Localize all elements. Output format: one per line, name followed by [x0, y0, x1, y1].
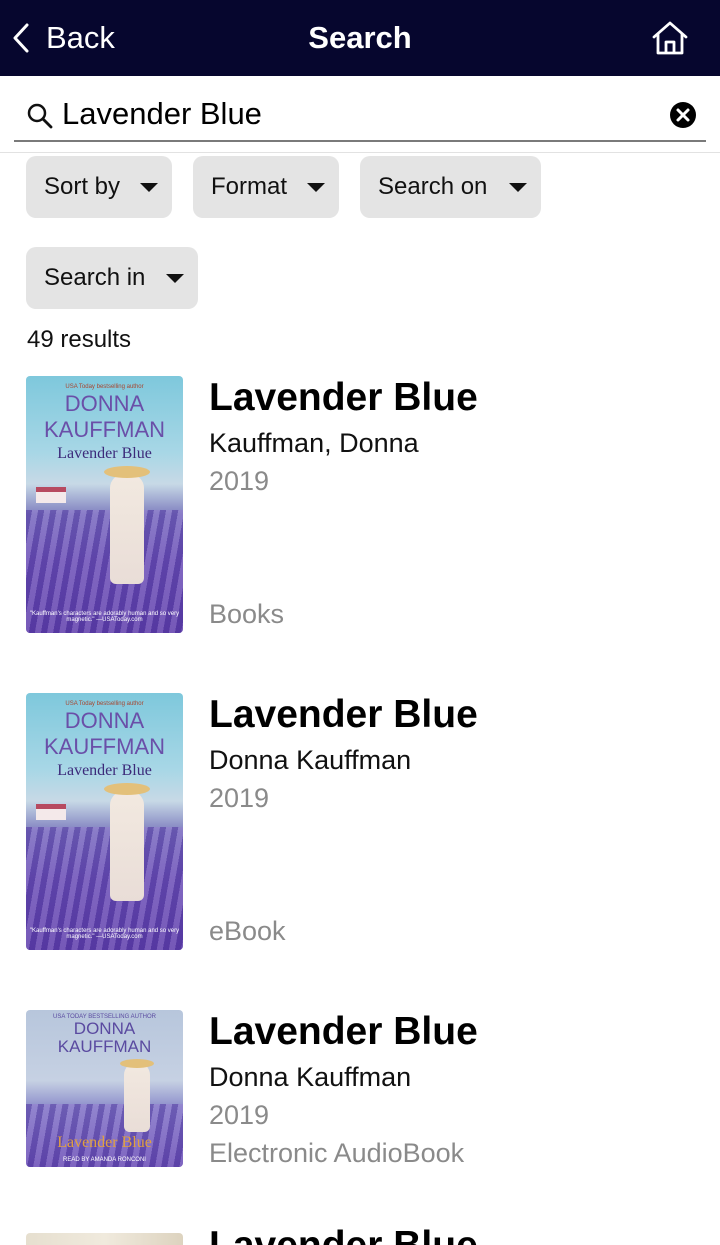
chevron-left-icon: [13, 23, 29, 53]
result-title: Lavender Blue: [209, 376, 478, 419]
cover-title: Lavender Blue: [57, 762, 152, 779]
audiobook-cover-image: USA TODAY BESTSELLING AUTHOR DONNA KAUFF…: [26, 1010, 183, 1167]
cover-tagline: USA Today bestselling author: [65, 701, 144, 707]
caret-down-icon: [140, 183, 158, 192]
cover-author-first: DONNA: [73, 1019, 136, 1038]
sort-by-label: Sort by: [44, 173, 121, 200]
result-format: Books: [209, 599, 285, 629]
book-cover-image: [26, 1233, 183, 1245]
home-icon[interactable]: [650, 18, 690, 58]
search-on-label: Search on: [378, 173, 488, 200]
book-cover-image: USA Today bestselling author DONNA KAUFF…: [26, 693, 183, 950]
caret-down-icon: [307, 183, 325, 192]
result-title: Lavender Blue: [209, 693, 478, 736]
cover-author-first: DONNA: [64, 708, 145, 733]
result-format: eBook: [209, 916, 286, 946]
result-author: Kauffman, Donna: [209, 428, 419, 458]
result-item[interactable]: USA Today bestselling author DONNA KAUFF…: [0, 693, 720, 953]
cover-narrator: READ BY AMANDA RONCONI: [63, 1157, 146, 1163]
cover-author-first: DONNA: [64, 391, 145, 416]
cover-title: Lavender Blue: [57, 445, 152, 462]
search-in-dropdown[interactable]: Search in: [26, 247, 198, 309]
result-format: Electronic AudioBook: [209, 1138, 465, 1168]
result-item[interactable]: USA Today bestselling author DONNA KAUFF…: [0, 376, 720, 636]
search-icon: [27, 103, 53, 129]
result-year: 2019: [209, 783, 270, 813]
result-author: Donna Kauffman: [209, 1062, 412, 1092]
result-item[interactable]: USA TODAY BESTSELLING AUTHOR DONNA KAUFF…: [0, 1010, 720, 1170]
back-label: Back: [46, 20, 115, 55]
result-year: 2019: [209, 466, 270, 496]
cover-tagline: USA Today bestselling author: [65, 384, 144, 390]
cover-quote: "Kauffman's characters are adorably huma…: [29, 928, 180, 940]
book-cover-image: USA Today bestselling author DONNA KAUFF…: [26, 376, 183, 633]
divider: [0, 152, 720, 153]
cover-author-last: KAUFFMAN: [44, 417, 165, 442]
caret-down-icon: [509, 183, 527, 192]
search-on-dropdown[interactable]: Search on: [360, 156, 541, 218]
format-dropdown[interactable]: Format: [193, 156, 339, 218]
result-title: Lavender Blue: [209, 1010, 478, 1053]
sort-by-dropdown[interactable]: Sort by: [26, 156, 172, 218]
result-title[interactable]: Lavender Blue: [209, 1224, 478, 1245]
format-label: Format: [211, 173, 288, 200]
cover-quote: "Kauffman's characters are adorably huma…: [29, 611, 180, 623]
result-author: Donna Kauffman: [209, 745, 412, 775]
nav-bar: Back Search: [0, 0, 720, 76]
caret-down-icon: [166, 274, 184, 283]
back-button[interactable]: Back: [10, 14, 115, 62]
search-in-label: Search in: [44, 264, 146, 291]
cover-title: Lavender Blue: [57, 1134, 152, 1151]
cover-author-last: KAUFFMAN: [57, 1037, 152, 1056]
search-input[interactable]: [62, 92, 652, 136]
cover-author-last: KAUFFMAN: [44, 734, 165, 759]
results-count: 49 results: [27, 326, 132, 353]
search-bar: [14, 88, 706, 142]
clear-icon[interactable]: [669, 101, 697, 129]
result-year: 2019: [209, 1100, 270, 1130]
